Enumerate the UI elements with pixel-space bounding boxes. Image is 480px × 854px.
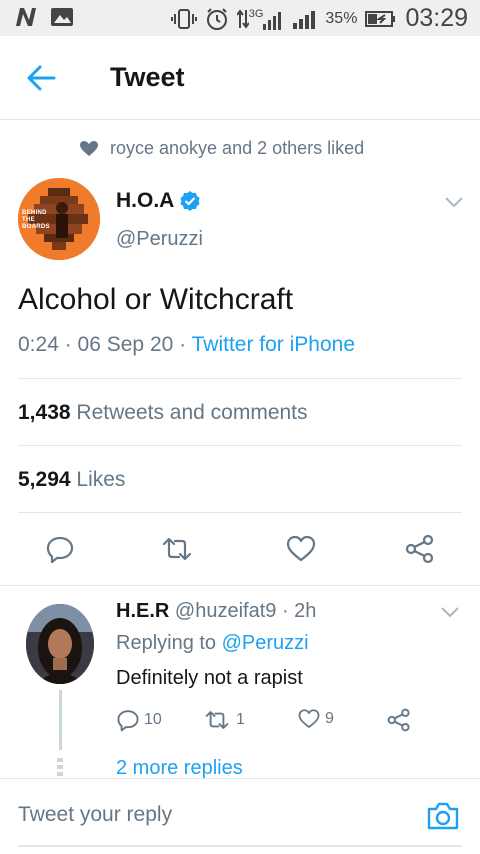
reply-retweet-action[interactable]: 1 [202, 708, 245, 732]
more-replies-link[interactable]: 2 more replies [116, 757, 243, 780]
reply-time: 2h [294, 600, 317, 622]
replying-to-mention[interactable]: @Peruzzi [222, 632, 309, 654]
alarm-icon [206, 7, 227, 30]
n-notification-icon [16, 8, 36, 26]
chevron-down-icon[interactable] [444, 195, 464, 209]
divider [18, 378, 462, 379]
reply-chevron-down-icon[interactable] [440, 605, 460, 619]
reply-author-handle: @huzeifat9 [174, 600, 277, 622]
author-name-row[interactable]: H.O.A [116, 189, 200, 213]
back-arrow-icon[interactable] [24, 62, 60, 94]
avatar-text: BEHIND THE BOARDS [22, 210, 50, 230]
reply-avatar-photo [26, 604, 94, 684]
like-heart-icon[interactable] [286, 534, 316, 564]
tweet-metadata: 0:24 · 06 Sep 20 · Twitter for iPhone [18, 333, 356, 356]
share-icon[interactable] [405, 534, 435, 564]
reply-reply-action[interactable]: 10 [116, 708, 162, 732]
reply-header[interactable]: H.E.R @huzeifat9 · 2h [116, 600, 316, 623]
retweets-label: Retweets and comments [76, 401, 308, 424]
reply-share-action[interactable] [387, 708, 411, 732]
reply-author-avatar[interactable] [26, 604, 94, 684]
signal-icon-1 [263, 11, 282, 30]
tweet-text: Alcohol or Witchcraft [18, 283, 294, 316]
reply-input-underline [18, 845, 462, 847]
top-app-bar: Tweet [0, 36, 480, 120]
reply-icon[interactable] [45, 534, 75, 564]
retweet-icon[interactable] [162, 534, 192, 564]
retweet-small-icon [205, 711, 229, 729]
camera-icon[interactable] [426, 801, 460, 831]
thread-line [59, 690, 62, 750]
thread-dots [57, 758, 63, 778]
social-context-text: royce anokye and 2 others liked [110, 138, 365, 158]
likes-count: 5,294 [18, 468, 71, 491]
tweet-date: 06 Sep 20 [77, 333, 174, 356]
author-avatar[interactable]: BEHIND THE BOARDS [18, 178, 100, 260]
section-separator [0, 585, 480, 586]
battery-percent: 35% [325, 9, 358, 27]
signal-icon-2 [293, 10, 316, 29]
tweet-source-link[interactable]: Twitter for iPhone [192, 333, 355, 356]
replying-prefix: Replying to [116, 632, 217, 654]
heart-filled-icon [80, 140, 98, 156]
reply-author-name: H.E.R [116, 600, 170, 622]
replying-to: Replying to @Peruzzi [116, 632, 309, 655]
vibrate-icon [170, 8, 197, 29]
data-transfer-icon [236, 8, 249, 29]
battery-charging-icon [365, 10, 396, 27]
gallery-notification-icon [51, 8, 73, 26]
reply-composer [0, 778, 480, 854]
status-bar: 3G 35% 03:29 [0, 0, 480, 36]
retweets-stat[interactable]: 1,438 Retweets and comments [18, 401, 308, 425]
divider [18, 445, 462, 446]
tweet-time: 0:24 [18, 333, 59, 356]
retweets-count: 1,438 [18, 401, 71, 424]
likes-label: Likes [76, 468, 126, 491]
reply-input[interactable] [18, 803, 398, 827]
divider [18, 512, 462, 513]
reply-reply-count: 10 [144, 711, 162, 728]
reply-small-icon [117, 710, 139, 732]
share-small-icon [387, 708, 410, 732]
reply-text: Definitely not a rapist [116, 667, 303, 689]
author-handle[interactable]: @Peruzzi [116, 228, 203, 251]
network-type-label: 3G [248, 7, 264, 20]
reply-like-action[interactable]: 9 [297, 708, 334, 730]
author-name: H.O.A [116, 189, 175, 212]
likes-stat[interactable]: 5,294 Likes [18, 468, 125, 492]
clock: 03:29 [405, 4, 468, 32]
like-small-icon [298, 709, 320, 728]
page-title: Tweet [110, 62, 185, 92]
social-context[interactable]: royce anokye and 2 others liked [80, 138, 364, 159]
reply-like-count: 9 [325, 710, 334, 727]
reply-retweet-count: 1 [236, 711, 245, 728]
verified-badge-icon [180, 191, 200, 211]
